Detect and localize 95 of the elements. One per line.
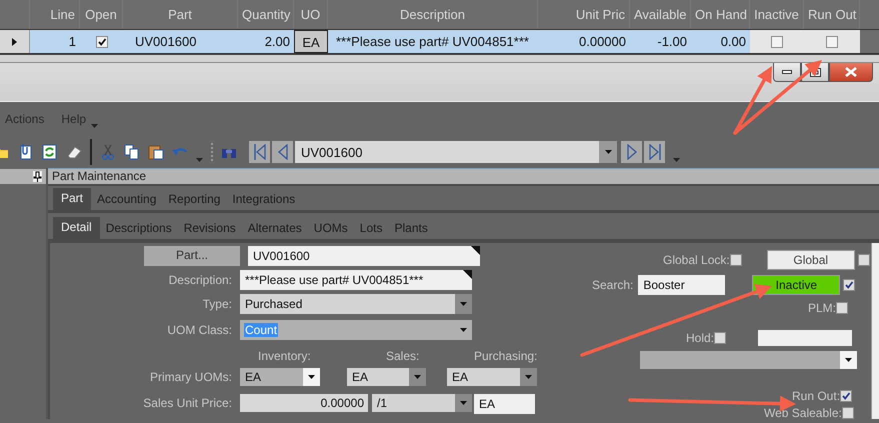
pin-icon[interactable] [33, 171, 42, 182]
tab[interactable]: Integrations [226, 188, 302, 210]
search-field[interactable]: Booster [638, 275, 726, 295]
type-dropdown[interactable]: Purchased [240, 294, 472, 314]
table-cell: 1 [30, 30, 80, 53]
part-number-dropdown[interactable]: UV001600 [295, 141, 617, 163]
field-label: Description: [168, 273, 233, 287]
refresh-icon[interactable] [42, 144, 58, 160]
table-cell: -1.00 [630, 30, 691, 53]
field-label: Search: [592, 278, 634, 292]
price-field[interactable]: 0.00000 [240, 394, 368, 412]
checkbox[interactable] [836, 302, 848, 314]
column-header[interactable]: On Hand [691, 0, 750, 29]
previous-record-icon[interactable] [276, 144, 290, 160]
checkbox[interactable] [840, 390, 852, 402]
close-icon[interactable] [845, 67, 857, 77]
table-cell: 0.00 [691, 30, 750, 53]
checkbox[interactable] [96, 36, 108, 48]
eraser-icon[interactable] [66, 144, 82, 160]
field-label: Hold: [686, 331, 714, 345]
table-cell: 2.00 [238, 30, 294, 53]
tab[interactable]: Revisions [178, 217, 242, 239]
field-label: UOM Class: [166, 323, 233, 337]
uom-class-dropdown[interactable]: Count [240, 320, 472, 340]
global-button[interactable]: Global [766, 250, 855, 270]
field-label: Type: [202, 296, 233, 310]
next-record-icon[interactable] [624, 144, 638, 160]
tab[interactable]: Accounting [91, 188, 162, 210]
field-label: Run Out: [792, 389, 840, 403]
tab[interactable]: Descriptions [100, 217, 178, 239]
column-header[interactable]: Part [123, 0, 238, 29]
table-cell: EA [294, 30, 328, 53]
part-field[interactable]: UV001600 [248, 246, 480, 266]
checkbox[interactable] [730, 254, 742, 266]
scrollbar[interactable] [871, 243, 879, 419]
caret-icon[interactable] [460, 328, 467, 332]
tab[interactable]: Reporting [162, 188, 226, 210]
menu-item[interactable]: Actions [5, 112, 44, 126]
panel-title: Part Maintenance [48, 168, 879, 186]
column-header[interactable]: Description [328, 0, 538, 29]
first-record-icon[interactable] [252, 144, 266, 160]
price-per-dropdown[interactable]: /1 [372, 394, 472, 412]
column-header[interactable]: Open [80, 0, 123, 29]
table-cell: 0.00000 [538, 30, 630, 53]
field-label: Global Lock: [663, 253, 730, 267]
column-label: Sales: [386, 349, 420, 363]
uom-dropdown[interactable]: EA [240, 368, 320, 386]
first-record-button[interactable] [249, 141, 270, 163]
last-record-button[interactable] [644, 141, 665, 163]
field-label: Primary UOMs: [149, 370, 233, 384]
checkbox[interactable] [842, 407, 854, 419]
tab[interactable]: UOMs [308, 217, 354, 239]
column-label: Inventory: [258, 349, 312, 363]
checkbox[interactable] [771, 36, 783, 48]
tab[interactable]: Detail [53, 217, 100, 239]
table-cell: UV001600 [123, 30, 238, 53]
tab[interactable]: Part [53, 188, 92, 210]
caret-icon[interactable] [845, 358, 852, 362]
uom-dropdown[interactable]: EA [447, 368, 537, 386]
part-button[interactable]: Part... [144, 246, 240, 266]
field-label: PLM: [808, 301, 836, 315]
copy-icon[interactable] [124, 144, 140, 160]
menu-item[interactable]: Help [61, 112, 86, 126]
tab[interactable]: Plants [388, 217, 434, 239]
column-header[interactable]: Line [30, 0, 80, 29]
tab[interactable]: Lots [354, 217, 388, 239]
column-header[interactable]: Quantity [238, 0, 294, 29]
paste-icon[interactable] [148, 144, 164, 160]
minimize-button[interactable] [773, 63, 801, 82]
hold-field[interactable] [758, 330, 852, 346]
previous-record-button[interactable] [272, 141, 293, 163]
tab[interactable]: Alternates [242, 217, 308, 239]
column-header[interactable]: Available [630, 0, 691, 29]
field-label: Sales Unit Price: [142, 396, 233, 410]
last-record-icon[interactable] [648, 144, 662, 160]
description-field[interactable]: ***Please use part# UV004851*** [240, 270, 472, 290]
column-label: Purchasing: [474, 349, 538, 363]
next-record-button[interactable] [621, 141, 642, 163]
column-header[interactable]: Inactive [750, 0, 804, 29]
caret-icon[interactable] [308, 375, 315, 379]
document-clip-icon[interactable] [18, 144, 34, 160]
column-header[interactable]: Unit Pric [538, 0, 630, 29]
column-header[interactable]: Run Out [804, 0, 860, 29]
checkbox[interactable] [714, 332, 726, 344]
uom-field[interactable]: EA [474, 394, 535, 414]
uom-dropdown[interactable]: EA [347, 368, 426, 386]
close-button[interactable] [829, 63, 873, 82]
caret-icon[interactable] [604, 150, 612, 154]
checkbox[interactable] [843, 279, 856, 291]
field-label: Web Saleable: [764, 406, 842, 419]
minimize-icon[interactable] [782, 70, 792, 74]
checkbox[interactable] [826, 36, 838, 48]
column-header[interactable]: UO [294, 0, 328, 29]
checkbox[interactable] [858, 254, 870, 266]
table-cell: ***Please use part# UV004851*** [328, 30, 538, 53]
